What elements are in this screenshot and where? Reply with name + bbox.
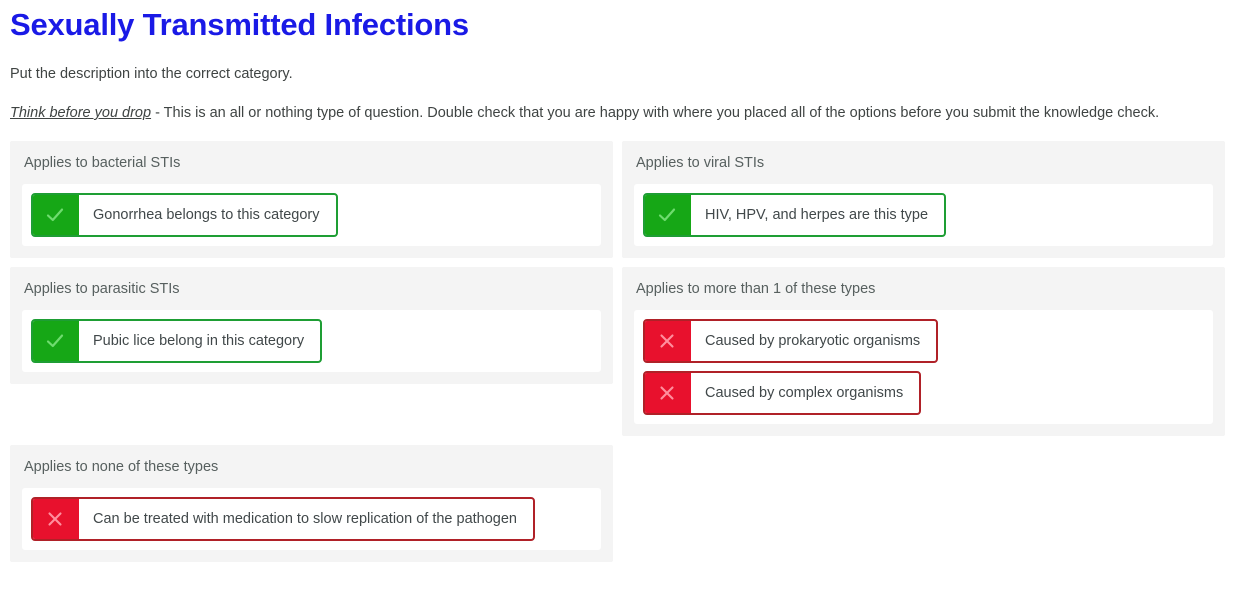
warning-text: Think before you drop - This is an all o… bbox=[10, 84, 1242, 123]
board-column-right-2: Applies to more than 1 of these types Ca… bbox=[622, 267, 1225, 436]
cross-icon bbox=[645, 373, 691, 413]
board-row-2: Applies to parasitic STIs Pubic lice bel… bbox=[10, 267, 1242, 436]
answer-chip[interactable]: Can be treated with medication to slow r… bbox=[31, 497, 535, 541]
quiz-page: Sexually Transmitted Infections Put the … bbox=[0, 0, 1252, 562]
category-title: Applies to viral STIs bbox=[636, 155, 765, 171]
category-card-more-than-one[interactable]: Applies to more than 1 of these types Ca… bbox=[622, 267, 1225, 436]
board-column-left-2: Applies to parasitic STIs Pubic lice bel… bbox=[10, 267, 613, 384]
answer-chip-label: Can be treated with medication to slow r… bbox=[93, 511, 517, 527]
category-title: Applies to parasitic STIs bbox=[24, 281, 180, 297]
answer-chip[interactable]: Caused by prokaryotic organisms bbox=[643, 319, 939, 363]
category-card-parasitic[interactable]: Applies to parasitic STIs Pubic lice bel… bbox=[10, 267, 613, 384]
instruction-text: Put the description into the correct cat… bbox=[10, 66, 293, 82]
dropzone-bacterial[interactable]: Gonorrhea belongs to this category bbox=[22, 184, 601, 246]
answer-chip[interactable]: HIV, HPV, and herpes are this type bbox=[643, 193, 947, 237]
answer-chip-label: Gonorrhea belongs to this category bbox=[93, 207, 320, 223]
board-row-3: Applies to none of these types Can be tr… bbox=[10, 445, 1242, 562]
board-column-right-1: Applies to viral STIs HIV, HPV, and herp… bbox=[622, 141, 1225, 258]
category-board: Applies to bacterial STIs Gonorrhea belo… bbox=[10, 141, 1242, 562]
board-column-left-3: Applies to none of these types Can be tr… bbox=[10, 445, 613, 562]
answer-chip-label: HIV, HPV, and herpes are this type bbox=[705, 207, 929, 223]
board-row-1: Applies to bacterial STIs Gonorrhea belo… bbox=[10, 141, 1242, 258]
category-title: Applies to none of these types bbox=[24, 459, 219, 475]
check-icon bbox=[645, 195, 691, 235]
page-title: Sexually Transmitted Infections bbox=[10, 7, 469, 42]
cross-icon bbox=[645, 321, 691, 361]
dropzone-parasitic[interactable]: Pubic lice belong in this category bbox=[22, 310, 601, 372]
category-title: Applies to more than 1 of these types bbox=[636, 281, 876, 297]
answer-chip[interactable]: Pubic lice belong in this category bbox=[31, 319, 323, 363]
answer-chip[interactable]: Gonorrhea belongs to this category bbox=[31, 193, 338, 237]
category-card-viral[interactable]: Applies to viral STIs HIV, HPV, and herp… bbox=[622, 141, 1225, 258]
answer-chip-label: Caused by prokaryotic organisms bbox=[705, 333, 921, 349]
check-icon bbox=[33, 321, 79, 361]
category-title: Applies to bacterial STIs bbox=[24, 155, 181, 171]
warning-rest: - This is an all or nothing type of ques… bbox=[151, 105, 1160, 121]
answer-chip-label: Caused by complex organisms bbox=[705, 385, 904, 401]
category-card-none[interactable]: Applies to none of these types Can be tr… bbox=[10, 445, 613, 562]
check-icon bbox=[32, 195, 79, 235]
board-column-left-1: Applies to bacterial STIs Gonorrhea belo… bbox=[10, 141, 613, 258]
warning-emphasis: Think before you drop bbox=[10, 105, 152, 121]
cross-icon bbox=[32, 499, 79, 539]
dropzone-more-than-one[interactable]: Caused by prokaryotic organisms Caused b… bbox=[634, 310, 1213, 424]
answer-chip[interactable]: Caused by complex organisms bbox=[643, 371, 922, 415]
category-card-bacterial[interactable]: Applies to bacterial STIs Gonorrhea belo… bbox=[10, 141, 613, 258]
dropzone-none[interactable]: Can be treated with medication to slow r… bbox=[22, 488, 601, 550]
dropzone-viral[interactable]: HIV, HPV, and herpes are this type bbox=[634, 184, 1213, 246]
answer-chip-label: Pubic lice belong in this category bbox=[93, 333, 305, 349]
